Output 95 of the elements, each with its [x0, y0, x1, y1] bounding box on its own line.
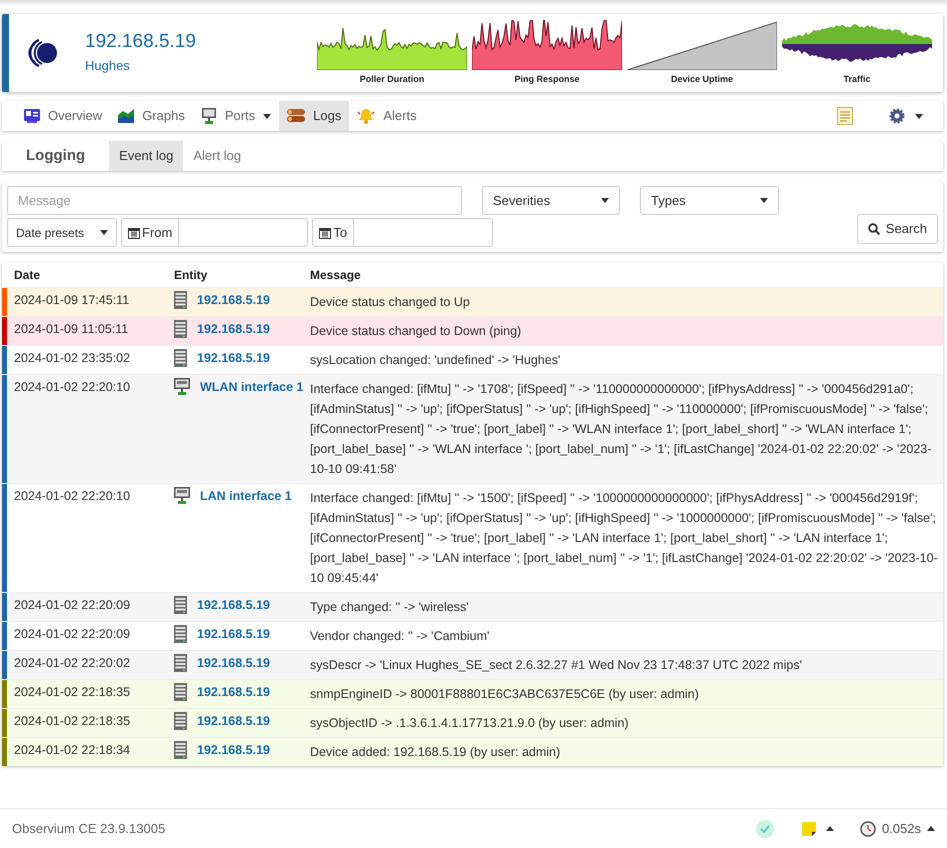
- search-icon: [868, 222, 880, 234]
- nav-tab[interactable]: Graphs: [110, 101, 193, 131]
- message-cell-text: Device status changed to Up: [310, 294, 471, 311]
- check-icon[interactable]: [756, 820, 774, 838]
- date-cell-text: 2024-01-02 22:20:02: [13, 655, 132, 672]
- entity-link[interactable]: WLAN interface 1: [200, 379, 304, 396]
- date-cell-text: 2024-01-02 22:20:10: [13, 379, 132, 396]
- nav-tab[interactable]: Ports: [192, 101, 280, 131]
- column-header: Entity: [174, 266, 208, 284]
- date-cell-text: 2024-01-02 22:20:09: [13, 597, 132, 614]
- caret-icon: [826, 826, 834, 831]
- message-cell-text: Device status changed to Down (ping): [310, 323, 522, 340]
- notepad-icon[interactable]: [837, 107, 853, 125]
- message-field[interactable]: Message: [7, 186, 462, 215]
- types-dropdown[interactable]: Types: [640, 186, 779, 215]
- message-cell-text: sysObjectID -> .1.3.6.1.4.1.17713.21.9.0 (by user: admin): [310, 715, 630, 732]
- message-cell-text: Type changed: '' -> 'wireless': [310, 599, 470, 616]
- notes-button[interactable]: [802, 822, 834, 836]
- log-tab[interactable]: Alert log: [183, 141, 252, 171]
- caret-icon: [100, 230, 108, 235]
- date-cell-text: 2024-01-02 22:18:34: [13, 742, 132, 759]
- search-button[interactable]: Search: [856, 214, 938, 244]
- nav-tab[interactable]: Overview: [16, 101, 110, 131]
- server-icon: [174, 683, 187, 701]
- entity-link[interactable]: 192.168.5.19: [197, 350, 270, 367]
- server-icon: [174, 320, 187, 338]
- message-cell-text: sysDescr -> 'Linux Hughes_SE_sect 2.6.32.27 #1 Wed Nov 23 17:48:37 UTC 2022 mips': [310, 657, 803, 674]
- date-cell-text: 2024-01-02 22:20:09: [13, 626, 132, 643]
- column-header: Message: [310, 266, 362, 284]
- sticky-note-icon: [802, 822, 816, 836]
- caret-icon: [915, 114, 923, 118]
- caret-icon: [927, 826, 935, 831]
- entity-link[interactable]: 192.168.5.19: [197, 626, 270, 643]
- server-icon: [174, 596, 187, 614]
- dashboard-icon: [24, 109, 40, 123]
- bell-icon: [357, 108, 376, 124]
- logs-icon: [287, 109, 306, 123]
- date-cell-text: 2024-01-09 11:05:11: [13, 321, 130, 338]
- graph-title: Traffic: [843, 72, 870, 86]
- server-icon: [174, 349, 187, 367]
- log-tab[interactable]: Event log: [109, 141, 184, 171]
- graph-title: Poller Duration: [360, 72, 424, 86]
- from-label: From: [122, 219, 180, 246]
- section-title: Logging: [25, 146, 86, 166]
- network-port-icon: [174, 378, 190, 395]
- to-field[interactable]: To: [312, 218, 494, 247]
- entity-link[interactable]: 192.168.5.19: [197, 655, 270, 672]
- server-icon: [174, 712, 187, 730]
- entity-link[interactable]: 192.168.5.19: [197, 597, 270, 614]
- chart-icon: [118, 109, 134, 123]
- message-cell-text: Device added: 192.168.5.19 (by user: admin): [310, 744, 562, 761]
- date-cell-text: 2024-01-02 22:18:35: [13, 684, 132, 701]
- date-cell-text: 2024-01-02 22:20:10: [13, 488, 132, 505]
- message-cell-text: sysLocation changed: 'undefined' -> 'Hughes': [310, 352, 562, 369]
- message-cell-text: Vendor changed: '' -> 'Cambium': [310, 628, 490, 645]
- calendar-icon: [319, 226, 332, 238]
- date-cell-text: 2024-01-09 17:45:11: [13, 292, 130, 309]
- server-icon: [174, 654, 187, 672]
- caret-icon: [760, 198, 768, 203]
- server-icon: [174, 625, 187, 643]
- date-cell-text: 2024-01-02 23:35:02: [13, 350, 132, 367]
- from-field[interactable]: From: [121, 218, 308, 247]
- ping-response-graph[interactable]: [472, 20, 622, 70]
- entity-link[interactable]: 192.168.5.19: [197, 321, 270, 338]
- message-cell-text: snmpEngineID -> 80001F88801E6C3ABC637E5C6E (by user: admin): [310, 686, 700, 703]
- network-port-icon: [174, 487, 190, 504]
- nav-tab[interactable]: Logs: [279, 101, 350, 131]
- device-hostname[interactable]: 192.168.5.19: [85, 30, 305, 54]
- entity-link[interactable]: 192.168.5.19: [197, 742, 270, 759]
- column-header: Date: [13, 266, 42, 284]
- timing-button[interactable]: 0.052s: [860, 818, 935, 838]
- date-presets-dropdown[interactable]: Date presets: [7, 218, 117, 247]
- version-text: Observium CE 23.9.13005: [12, 820, 166, 838]
- entity-link[interactable]: 192.168.5.19: [197, 684, 270, 701]
- network-port-icon: [200, 108, 217, 124]
- message-cell-text: Interface changed: [ifMtu] '' -> '1708'; [ifSpeed] '' -> '110000000000000'; [ifPhysAddress] '' -> '000456d291a0'; [ifAdminStatus] '' -> 'up'; [ifOperStatus] '' -> 'up'; [ifHighSpeed] '' -> '110000000'; [ifPromiscuousMode] '' -> 'false'; [ifConnectorPresent] '' -> 'true'; [port_label] '' -> 'WLAN interface 1'; [port_label_short] '' -> 'WLAN interface 1'; [port_label_base] '' -> 'WLAN interface '; [port_label_num] '' -> '1'; [ifLastChange] '2024-01-02 22:20:02' -> '2023-10-10 09:41:58': [310, 381, 932, 478]
- settings-button[interactable]: [889, 108, 923, 124]
- message-cell-text: Interface changed: [ifMtu] '' -> '1500'; [ifSpeed] '' -> '1000000000000000'; [ifPhysAddress] '' -> '000456d2919f'; [ifAdminStatus] '' -> 'up'; [ifOperStatus] '' -> 'up'; [ifHighSpeed] '' -> '1000000000'; [ifPromiscuousMode] '' -> 'false'; [ifConnectorPresent] '' -> 'true'; [port_label] '' -> 'LAN interface 1'; [port_label_short] '' -> 'LAN interface 1'; [port_label_base] '' -> 'LAN interface '; [port_label_num] '' -> '1'; [ifLastChange] '2024-01-02 22:20:02' -> '2023-10-10 09:45:44': [310, 490, 939, 587]
- settings-icon: [889, 108, 905, 124]
- entity-link[interactable]: 192.168.5.19: [197, 713, 270, 730]
- server-icon: [174, 291, 187, 309]
- entity-link[interactable]: 192.168.5.19: [197, 292, 270, 309]
- calendar-icon: [128, 226, 140, 238]
- clock-icon: [860, 820, 876, 836]
- device-uptime-graph[interactable]: [627, 20, 777, 70]
- caret-icon: [601, 198, 609, 203]
- entity-link[interactable]: LAN interface 1: [200, 488, 292, 505]
- graph-title: Ping Response: [514, 72, 580, 86]
- to-label: To: [313, 219, 354, 246]
- device-location[interactable]: Hughes: [85, 56, 305, 76]
- nav-tab[interactable]: Alerts: [349, 101, 425, 131]
- date-cell-text: 2024-01-02 22:18:35: [13, 713, 132, 730]
- server-icon: [174, 741, 187, 759]
- graph-title: Device Uptime: [670, 72, 734, 86]
- severities-dropdown[interactable]: Severities: [482, 186, 620, 215]
